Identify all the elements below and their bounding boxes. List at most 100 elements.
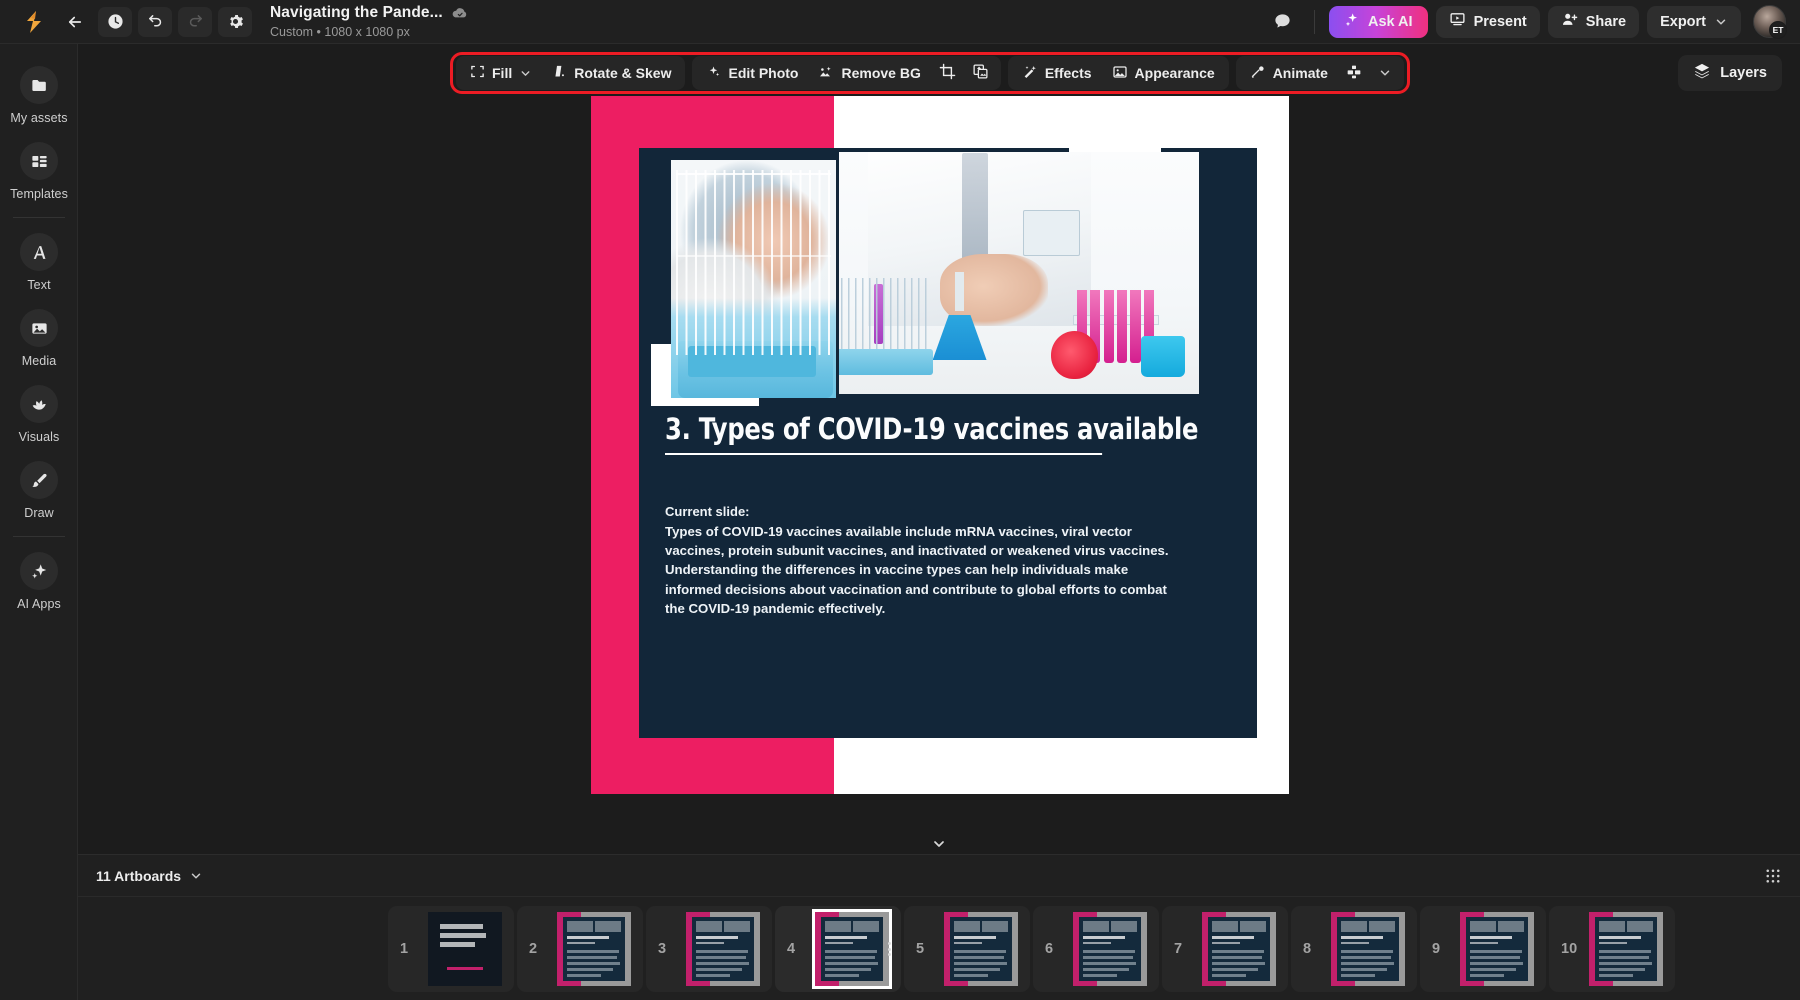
animate-icon [1250,64,1266,83]
canvas-area[interactable]: 3. Types of COVID-19 vaccines available … [78,44,1800,854]
collapse-panel-toggle[interactable] [902,833,976,854]
present-label: Present [1474,14,1527,30]
artboard-preview[interactable] [1460,912,1534,986]
artboard-number: 2 [529,941,537,957]
sidebar-item-my-assets[interactable]: My assets [0,58,78,134]
sidebar-item-label: Text [27,278,50,292]
artboard-thumbnail[interactable]: 4 [775,906,901,992]
visuals-lotus-icon [20,385,58,423]
artboard-number: 4 [787,941,795,957]
animate-options-chevron[interactable] [1370,59,1400,87]
artboard-thumbnail[interactable]: 5 [904,906,1030,992]
chevron-down-icon [1378,66,1392,80]
back-arrow-icon[interactable] [58,7,92,37]
layout-blocks-icon [1346,64,1362,83]
artboard-preview[interactable] [686,912,760,986]
slide-body-block[interactable]: Current slide: Types of COVID-19 vaccine… [665,502,1175,618]
artboard-thumbnail[interactable]: 8 [1291,906,1417,992]
avatar[interactable]: ET [1753,5,1786,38]
artboard-preview[interactable] [1589,912,1663,986]
undo-icon[interactable] [138,7,172,37]
sidebar-item-visuals[interactable]: Visuals [0,377,78,453]
chevron-down-icon[interactable] [519,67,532,80]
toolbar-group-photo: Edit Photo Remove BG [692,56,1000,90]
duplicate-image-button[interactable] [964,59,997,87]
artboards-toolbar: 11 Artboards [78,855,1800,897]
avatar-initials: ET [1769,21,1787,39]
sidebar-item-label: Visuals [19,430,60,444]
present-button[interactable]: Present [1436,6,1540,38]
clock-history-icon[interactable] [98,7,132,37]
artboard[interactable]: 3. Types of COVID-19 vaccines available … [591,96,1289,794]
toolbar-group-style: Effects Appearance [1008,56,1229,90]
sparkle-icon [1344,12,1360,32]
artboard-number: 10 [1561,941,1577,957]
grid-view-icon[interactable] [1764,867,1782,885]
artboard-preview[interactable] [1073,912,1147,986]
artboard-thumbnail[interactable]: 10 [1549,906,1675,992]
app-logo-icon[interactable] [16,7,52,37]
rotate-skew-icon [552,64,567,82]
ask-ai-button[interactable]: Ask AI [1329,6,1428,38]
artboard-preview[interactable] [815,912,889,986]
artboard-thumbnail[interactable]: 1 [388,906,514,992]
artboard-thumbnail[interactable]: 9 [1420,906,1546,992]
artboard-preview[interactable] [428,912,502,986]
sidebar-item-ai-apps[interactable]: AI Apps [0,544,78,620]
slide-title[interactable]: 3. Types of COVID-19 vaccines available [665,412,1102,455]
artboard-number: 1 [400,941,408,957]
remove-bg-button[interactable]: Remove BG [808,59,930,87]
left-sidebar: My assets Templates Text Media Vis [0,44,78,1000]
artboard-number: 3 [658,941,666,957]
artboard-number: 7 [1174,941,1182,957]
artboard-preview[interactable] [944,912,1018,986]
artboard-number: 9 [1432,941,1440,957]
export-button[interactable]: Export [1647,6,1741,38]
effects-label: Effects [1045,65,1092,81]
artboard-more-options-icon[interactable] [888,942,891,956]
artboard-preview[interactable] [1202,912,1276,986]
share-button[interactable]: Share [1548,6,1639,38]
appearance-button[interactable]: Appearance [1102,59,1225,87]
remove-bg-icon [818,64,834,83]
artboard-preview[interactable] [557,912,631,986]
comment-icon[interactable] [1266,6,1300,38]
chevron-down-icon [931,836,947,854]
magic-wand-icon [1022,64,1038,83]
layout-blocks-button[interactable] [1338,59,1370,87]
layers-stack-icon [1693,62,1711,84]
redo-icon[interactable] [178,7,212,37]
rotate-skew-button[interactable]: Rotate & Skew [542,59,681,87]
edit-photo-label: Edit Photo [728,65,798,81]
sidebar-divider [13,217,65,218]
gear-icon[interactable] [218,7,252,37]
sidebar-item-templates[interactable]: Templates [0,134,78,210]
sidebar-item-draw[interactable]: Draw [0,453,78,529]
sidebar-item-text[interactable]: Text [0,225,78,301]
crop-button[interactable] [931,59,964,87]
artboard-thumbnail[interactable]: 6 [1033,906,1159,992]
toolbar-group-animate: Animate [1236,56,1404,90]
sidebar-item-label: Media [22,354,57,368]
page-title[interactable]: Navigating the Pande... [270,4,443,22]
edit-photo-button[interactable]: Edit Photo [696,59,808,87]
animate-button[interactable]: Animate [1240,59,1338,87]
artboard-thumbnail[interactable]: 7 [1162,906,1288,992]
sidebar-item-media[interactable]: Media [0,301,78,377]
artboard-thumbnail[interactable]: 3 [646,906,772,992]
templates-grid-icon [20,142,58,180]
effects-button[interactable]: Effects [1012,59,1102,87]
sidebar-item-label: AI Apps [17,597,61,611]
scientist-with-flask-photo[interactable] [839,152,1199,394]
slide-body-lead: Current slide: [665,502,1175,521]
artboard-thumbnail-strip[interactable]: 1 2 3 4 567 89 10 [78,897,1800,1000]
fill-button[interactable]: Fill [460,59,542,87]
artboard-preview[interactable] [1331,912,1405,986]
header-divider [1314,10,1315,34]
crop-icon [939,63,956,83]
header-actions: Ask AI Present Share Export [1266,5,1800,38]
artboard-thumbnail[interactable]: 2 [517,906,643,992]
lab-rat-in-cage-photo[interactable] [671,160,836,398]
layers-button[interactable]: Layers [1678,55,1782,91]
artboards-count-dropdown[interactable]: 11 Artboards [96,868,203,884]
